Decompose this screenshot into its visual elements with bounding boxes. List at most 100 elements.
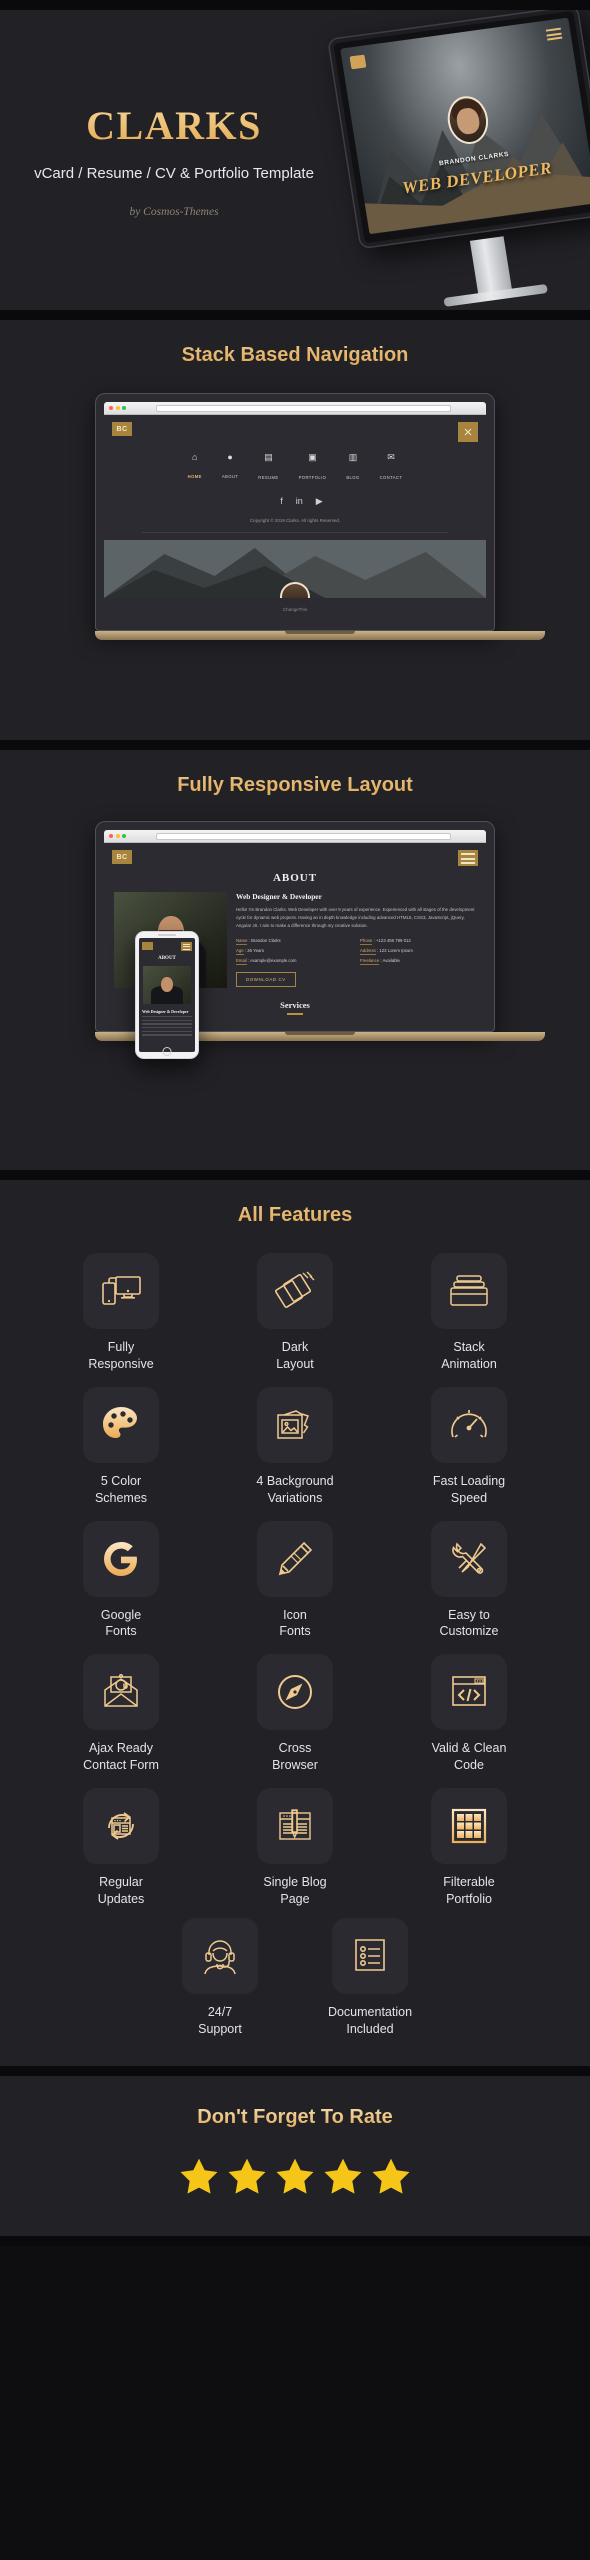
feature-cross-browser[interactable]: Cross Browser — [220, 1654, 370, 1774]
nav-item-about[interactable]: ● ABOUT — [222, 452, 238, 484]
feature-5-color-schemes[interactable]: 5 Color Schemes — [46, 1387, 196, 1507]
youtube-icon[interactable]: ▶ — [316, 496, 323, 507]
star-icon[interactable] — [224, 2155, 270, 2199]
hero-text-block: CLARKS vCard / Resume / CV & Portfolio T… — [0, 102, 330, 219]
phone-home-button[interactable] — [163, 1047, 172, 1056]
features-title: All Features — [0, 1180, 590, 1227]
site-logo-2[interactable]: BC — [112, 850, 132, 864]
about-paragraph: Hello! I'm Brandon Clarks. Web Developer… — [236, 906, 476, 930]
compass-icon — [257, 1654, 333, 1730]
imac-stand — [470, 236, 512, 296]
nav-item-resume[interactable]: ▤ RESUME — [258, 452, 278, 484]
hero-section: CLARKS vCard / Resume / CV & Portfolio T… — [0, 10, 590, 310]
star-icon[interactable] — [272, 2155, 318, 2199]
nav-label: PORTFOLIO — [299, 475, 327, 480]
home-icon: ⌂ — [188, 452, 202, 462]
hamburger-icon-2[interactable] — [458, 850, 478, 866]
hero-imac-mockup: BRANDON CLARKS WEB DEVELOPER — [334, 16, 590, 306]
feature-icon-fonts[interactable]: Icon Fonts — [220, 1521, 370, 1641]
about-topbar: BC — [104, 843, 486, 866]
laptop-lid: BC × ⌂ HOME ● ABOUT ▤ RESUME ▣ PORTFOLIO… — [95, 393, 495, 631]
address-bar-2[interactable] — [156, 833, 451, 840]
nav-label: RESUME — [258, 475, 278, 480]
star-icon[interactable] — [320, 2155, 366, 2199]
tools-icon — [431, 1521, 507, 1597]
feature-label: 4 Background Variations — [220, 1473, 370, 1507]
responsive-mockup: BC ABOUT Web Designer & Developer Hello!… — [0, 821, 590, 1041]
feature-filterable-portfolio[interactable]: Filterable Portfolio — [394, 1788, 544, 1908]
phone-device: ABOUT Web Designer & Developer — [135, 931, 199, 1059]
site-preview: BC × ⌂ HOME ● ABOUT ▤ RESUME ▣ PORTFOLIO… — [104, 415, 486, 620]
feature-label: Fully Responsive — [46, 1339, 196, 1373]
site-topbar: BC × — [104, 415, 486, 442]
feature-label: 24/7 Support — [145, 2004, 295, 2038]
code-window-icon — [431, 1654, 507, 1730]
brand-subtitle: vCard / Resume / CV & Portfolio Template — [34, 163, 314, 185]
feature-regular-updates[interactable]: Regular Updates — [46, 1788, 196, 1908]
phone-profile-photo — [143, 966, 191, 1004]
feature-fast-loading-speed[interactable]: Fast Loading Speed — [394, 1387, 544, 1507]
phone-site-logo[interactable] — [142, 942, 153, 950]
browser-chrome — [104, 402, 486, 415]
phone-speaker — [158, 934, 176, 936]
browser-chrome-2 — [104, 830, 486, 843]
star-rating[interactable] — [0, 2155, 590, 2199]
feature-fully-responsive[interactable]: Fully Responsive — [46, 1253, 196, 1373]
star-icon[interactable] — [368, 2155, 414, 2199]
nav-item-blog[interactable]: ▥ BLOG — [346, 452, 359, 484]
feature-dark-layout[interactable]: Dark Layout — [220, 1253, 370, 1373]
facebook-icon[interactable]: f — [280, 496, 283, 507]
feature-stack-animation[interactable]: Stack Animation — [394, 1253, 544, 1373]
feature-label: 5 Color Schemes — [46, 1473, 196, 1507]
divider-2 — [0, 740, 590, 750]
phone-screen: ABOUT Web Designer & Developer — [139, 938, 195, 1052]
resume-icon: ▤ — [258, 452, 278, 463]
site-logo[interactable]: BC — [112, 422, 132, 436]
feature-easy-to-customize[interactable]: Easy to Customize — [394, 1521, 544, 1641]
detail-freelance: Freelance : Available — [360, 958, 476, 963]
feature-valid-clean-code[interactable]: Valid & Clean Code — [394, 1654, 544, 1774]
feature-documentation-included[interactable]: Documentation Included — [295, 1918, 445, 2038]
linkedin-icon[interactable]: in — [296, 496, 303, 507]
layers-icon — [257, 1253, 333, 1329]
nav-item-portfolio[interactable]: ▣ PORTFOLIO — [299, 452, 327, 484]
feature-google-fonts[interactable]: Google Fonts — [46, 1521, 196, 1641]
star-icon[interactable] — [176, 2155, 222, 2199]
feature-label: Filterable Portfolio — [394, 1874, 544, 1908]
feature-ajax-ready-contact-form[interactable]: Ajax Ready Contact Form — [46, 1654, 196, 1774]
promo-page: CLARKS vCard / Resume / CV & Portfolio T… — [0, 0, 590, 2560]
feature-4-background-variations[interactable]: 4 Background Variations — [220, 1387, 370, 1507]
divider-3 — [0, 1170, 590, 1180]
site-logo-badge — [350, 55, 367, 70]
responsive-section: Fully Responsive Layout BC ABOUT Web Des… — [0, 750, 590, 1170]
download-cv-button[interactable]: DOWNLOAD CV — [236, 972, 296, 987]
site-footer: ChangeThis — [104, 598, 486, 620]
open-envelope-icon — [83, 1654, 159, 1730]
about-page-title: ABOUT — [114, 872, 476, 884]
speedometer-icon — [431, 1387, 507, 1463]
imac-device: BRANDON CLARKS WEB DEVELOPER — [329, 10, 590, 248]
close-icon[interactable]: × — [458, 422, 478, 442]
feature-label: Documentation Included — [295, 2004, 445, 2038]
briefcase-icon: ▣ — [299, 452, 327, 463]
feature-label: Ajax Ready Contact Form — [46, 1740, 196, 1774]
feature-label: Icon Fonts — [220, 1607, 370, 1641]
divider-1 — [0, 310, 590, 320]
footer-note: ChangeThis — [283, 607, 307, 612]
phone-hamburger-icon[interactable] — [181, 942, 192, 951]
nav-item-home[interactable]: ⌂ HOME — [188, 452, 202, 484]
phone-heading: Web Designer & Developer — [142, 1009, 192, 1014]
nav-item-contact[interactable]: ✉ CONTACT — [380, 452, 403, 484]
address-bar[interactable] — [156, 405, 451, 412]
phone-page-title: ABOUT — [142, 956, 192, 961]
social-links: 𝉹 f in ▶ — [104, 496, 486, 507]
features-grid: Fully Responsive Dark Layout Stack Anima… — [0, 1227, 590, 1908]
responsive-title: Fully Responsive Layout — [0, 750, 590, 797]
feature-24-7-support[interactable]: 24/7 Support — [145, 1918, 295, 2038]
blog-edit-icon — [257, 1788, 333, 1864]
copyright-text: Copyright © 2019 Clarks. All rights Rese… — [104, 518, 486, 523]
feature-single-blog-page[interactable]: Single Blog Page — [220, 1788, 370, 1908]
nav-label: ABOUT — [222, 474, 238, 479]
laptop-screen: BC × ⌂ HOME ● ABOUT ▤ RESUME ▣ PORTFOLIO… — [104, 402, 486, 620]
headset-agent-icon — [182, 1918, 258, 1994]
